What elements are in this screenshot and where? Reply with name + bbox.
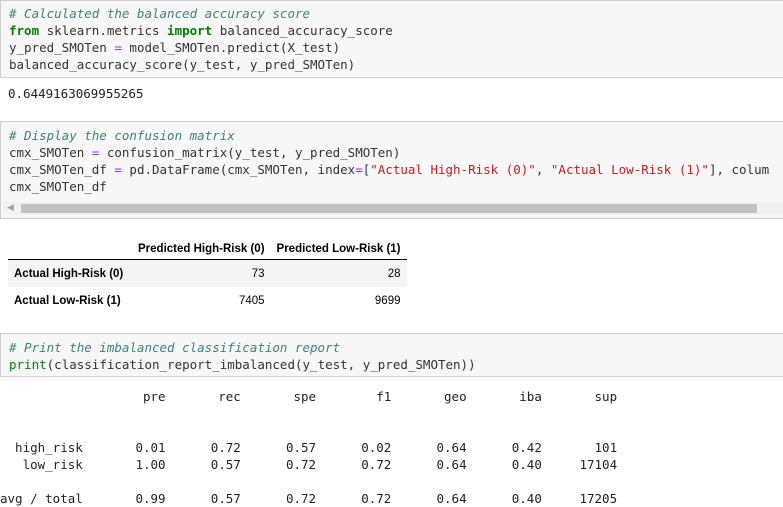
classification-report-output: pre rec spe f1 geo iba sup high_risk 0.0… <box>0 388 617 507</box>
scrollbar-thumb[interactable] <box>21 204 757 213</box>
string-literal: "Actual Low-Risk (1)" <box>550 162 709 177</box>
report-header: pre rec spe f1 geo iba sup <box>0 389 618 404</box>
horizontal-scrollbar[interactable]: ◀ <box>3 202 783 215</box>
code-cell-classification-report[interactable]: # Print the imbalanced classification re… <box>0 333 783 377</box>
string-literal: "Actual High-Risk (0)" <box>370 162 536 177</box>
code-text: cmx_SMOTen_df <box>9 179 107 194</box>
code-editor[interactable]: # Display the confusion matrix cmx_SMOTe… <box>9 127 769 195</box>
table-row: Actual Low-Risk (1) 7405 9699 <box>8 287 407 314</box>
table-row: Actual High-Risk (0) 73 28 <box>8 259 407 287</box>
table-cell: 7405 <box>238 294 265 307</box>
code-text: confusion_matrix(y_test, y_pred_SMOTen) <box>99 145 401 160</box>
code-text: sklearn.metrics <box>39 23 168 38</box>
code-cell-confusion-matrix[interactable]: # Display the confusion matrix cmx_SMOTe… <box>0 121 783 219</box>
code-comment: # Print the imbalanced classification re… <box>9 340 341 355</box>
report-row-high-risk: high_risk 0.01 0.72 0.57 0.02 0.64 0.42 … <box>0 440 618 455</box>
code-text: balanced_accuracy_score(y_test, y_pred_S… <box>9 57 356 72</box>
code-editor[interactable]: # Print the imbalanced classification re… <box>9 339 476 373</box>
column-header <box>8 239 132 260</box>
code-comment: # Calculated the balanced accuracy score <box>9 6 311 21</box>
code-text: , <box>535 162 551 177</box>
code-text: cmx_SMOTen <box>9 145 92 160</box>
scroll-left-icon[interactable]: ◀ <box>7 203 14 213</box>
table-cell: 9699 <box>374 294 401 307</box>
keyword-import: import <box>167 23 213 38</box>
column-header: Predicted High-Risk (0) <box>132 239 271 260</box>
row-label: Actual High-Risk (0) <box>14 267 124 280</box>
code-comment: # Display the confusion matrix <box>9 128 235 143</box>
operator: = <box>114 40 122 55</box>
code-text: ], colum <box>708 162 770 177</box>
code-text: y_pred_SMOTen <box>9 40 115 55</box>
code-text: model_SMOTen.predict(X_test) <box>121 40 341 55</box>
code-text: cmx_SMOTen_df <box>9 162 115 177</box>
table-cell: 73 <box>251 267 265 280</box>
output-balanced-accuracy: 0.6449163069955265 <box>8 86 144 101</box>
operator: = <box>355 162 363 177</box>
code-editor[interactable]: # Calculated the balanced accuracy score… <box>9 5 393 73</box>
code-text: (classification_report_imbalanced(y_test… <box>46 357 476 372</box>
code-cell-balanced-accuracy[interactable]: # Calculated the balanced accuracy score… <box>0 0 783 78</box>
table-header-row: Predicted High-Risk (0) Predicted Low-Ri… <box>8 239 407 260</box>
operator: = <box>114 162 122 177</box>
code-text: pd.DataFrame(cmx_SMOTen, index <box>121 162 356 177</box>
code-text: balanced_accuracy_score <box>212 23 393 38</box>
builtin-print: print <box>9 357 47 372</box>
column-header: Predicted Low-Risk (1) <box>270 239 407 260</box>
row-label: Actual Low-Risk (1) <box>14 294 121 307</box>
table-cell: 28 <box>387 267 401 280</box>
confusion-matrix-table: Predicted High-Risk (0) Predicted Low-Ri… <box>8 239 407 314</box>
report-row-low-risk: low_risk 1.00 0.57 0.72 0.72 0.64 0.40 1… <box>0 457 618 472</box>
keyword-from: from <box>9 23 40 38</box>
